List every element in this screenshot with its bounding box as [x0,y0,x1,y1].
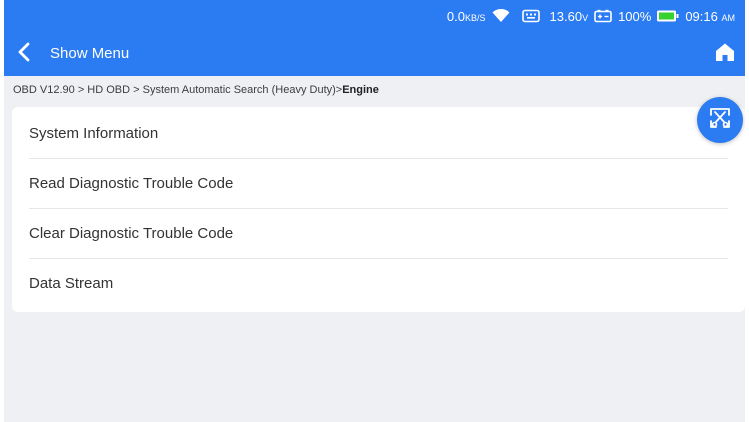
menu-item-read-dtc[interactable]: Read Diagnostic Trouble Code [12,159,745,209]
breadcrumb-current: Engine [342,84,379,96]
battery-icon [657,10,679,22]
vci-connector-icon [521,9,540,23]
menu-item-clear-dtc[interactable]: Clear Diagnostic Trouble Code [12,209,745,259]
breadcrumb: OBD V12.90 > HD OBD > System Automatic S… [13,84,379,96]
breadcrumb-path: OBD V12.90 > HD OBD > System Automatic S… [13,84,343,96]
menu-item-label: Clear Diagnostic Trouble Code [29,225,234,242]
menu-item-label: System Information [29,125,159,142]
page-title[interactable]: Show Menu [50,32,129,76]
network-speed: 0.0KB/S [446,8,486,24]
clock: 09:16 AM [685,8,735,24]
screenshot-scissors-icon [708,106,732,135]
screenshot-button[interactable] [697,97,743,143]
menu-item-system-information[interactable]: System Information [12,109,745,159]
function-menu: System Information Read Diagnostic Troub… [12,107,745,312]
car-battery-icon [594,9,612,23]
app-bar: Show Menu [4,32,745,76]
voltage-readout: 13.60V [549,8,589,24]
wifi-icon [492,9,510,23]
home-icon [715,42,735,67]
screen: 0.0KB/S 13.60V 100% 09:16 AM Show Menu O… [4,0,745,422]
menu-item-label: Data Stream [29,275,114,292]
chevron-left-icon [17,42,31,67]
status-bar: 0.0KB/S 13.60V 100% 09:16 AM [4,0,745,32]
home-button[interactable] [711,40,739,68]
menu-item-label: Read Diagnostic Trouble Code [29,175,234,192]
back-button[interactable] [10,40,38,68]
menu-item-data-stream[interactable]: Data Stream [12,259,745,309]
battery-percent: 100% [618,8,652,24]
